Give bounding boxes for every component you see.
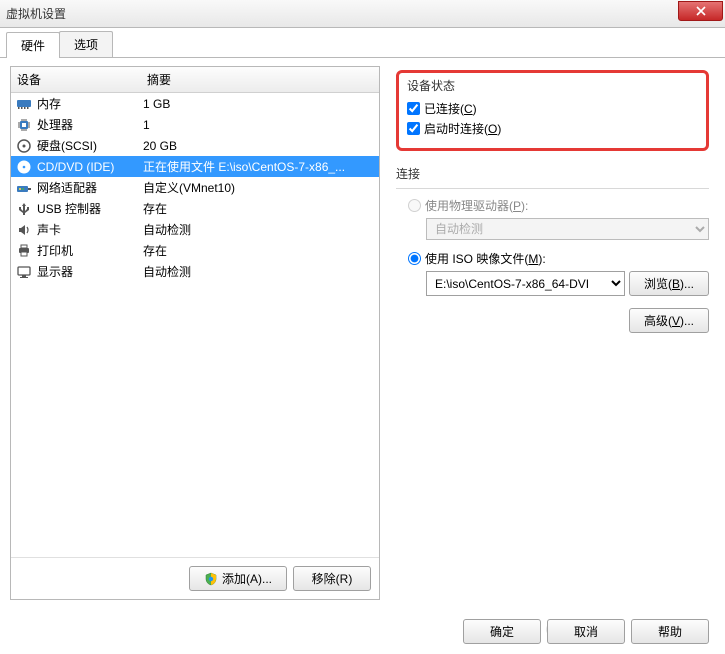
- physical-drive-radio-row[interactable]: 使用物理驱动器(P):: [408, 197, 709, 214]
- connect-power-checkbox-row[interactable]: 启动时连接(O): [407, 120, 698, 137]
- advanced-button[interactable]: 高级(V)...: [629, 308, 709, 333]
- connected-checkbox[interactable]: [407, 102, 420, 115]
- list-item[interactable]: USB 控制器 存在: [11, 198, 379, 219]
- close-button[interactable]: [678, 1, 723, 21]
- net-icon: [15, 180, 33, 196]
- list-item[interactable]: 声卡 自动检测: [11, 219, 379, 240]
- cpu-icon: [15, 117, 33, 133]
- device-name: CD/DVD (IDE): [37, 160, 114, 174]
- device-name: 处理器: [37, 116, 73, 133]
- usb-icon: [15, 201, 33, 217]
- browse-button[interactable]: 浏览(B)...: [629, 271, 709, 296]
- device-name: 硬盘(SCSI): [37, 137, 97, 154]
- list-item[interactable]: 显示器 自动检测: [11, 261, 379, 282]
- device-summary: 自定义(VMnet10): [143, 179, 375, 196]
- sound-icon: [15, 222, 33, 238]
- status-title: 设备状态: [407, 77, 698, 94]
- device-summary: 自动检测: [143, 221, 375, 238]
- display-icon: [15, 264, 33, 280]
- device-name: 内存: [37, 95, 61, 112]
- connect-power-label: 启动时连接(O): [424, 120, 501, 137]
- tab-hardware[interactable]: 硬件: [6, 32, 60, 58]
- device-name: 网络适配器: [37, 179, 97, 196]
- add-button[interactable]: 添加(A)...: [189, 566, 287, 591]
- separator: [396, 188, 709, 189]
- physical-drive-radio: [408, 199, 421, 212]
- dialog-buttons: 确定 取消 帮助: [463, 619, 709, 644]
- memory-icon: [15, 96, 33, 112]
- iso-radio-row[interactable]: 使用 ISO 映像文件(M):: [408, 250, 709, 267]
- connection-title: 连接: [396, 165, 709, 182]
- list-item[interactable]: 硬盘(SCSI) 20 GB: [11, 135, 379, 156]
- add-button-label: 添加(A)...: [222, 570, 272, 587]
- list-item[interactable]: 内存 1 GB: [11, 93, 379, 114]
- device-summary: 20 GB: [143, 139, 375, 153]
- list-item[interactable]: CD/DVD (IDE) 正在使用文件 E:\iso\CentOS-7-x86_.…: [11, 156, 379, 177]
- iso-path-combo[interactable]: E:\iso\CentOS-7-x86_64-DVI: [426, 271, 625, 296]
- iso-label: 使用 ISO 映像文件(M):: [425, 250, 546, 267]
- device-summary: 存在: [143, 200, 375, 217]
- connected-label: 已连接(C): [424, 100, 477, 117]
- device-buttons: 添加(A)... 移除(R): [11, 557, 379, 599]
- tab-options[interactable]: 选项: [59, 31, 113, 57]
- device-summary: 自动检测: [143, 263, 375, 280]
- device-summary: 1: [143, 118, 375, 132]
- content-area: 设备 摘要 内存 1 GB 处理器 1 硬盘(SCSI) 20 GB CD/DVD (IDE…: [0, 58, 725, 608]
- iso-radio[interactable]: [408, 252, 421, 265]
- device-name: 显示器: [37, 263, 73, 280]
- device-name: 打印机: [37, 242, 73, 259]
- header-device: 设备: [17, 71, 147, 88]
- cd-icon: [15, 159, 33, 175]
- device-list[interactable]: 内存 1 GB 处理器 1 硬盘(SCSI) 20 GB CD/DVD (IDE) 正在使用文…: [11, 93, 379, 557]
- list-item[interactable]: 网络适配器 自定义(VMnet10): [11, 177, 379, 198]
- shield-icon: [204, 572, 218, 586]
- device-list-header: 设备 摘要: [11, 67, 379, 93]
- disk-icon: [15, 138, 33, 154]
- cancel-button[interactable]: 取消: [547, 619, 625, 644]
- device-panel: 设备 摘要 内存 1 GB 处理器 1 硬盘(SCSI) 20 GB CD/DVD (IDE…: [10, 66, 380, 600]
- list-item[interactable]: 打印机 存在: [11, 240, 379, 261]
- device-status-group: 设备状态 已连接(C) 启动时连接(O): [396, 70, 709, 151]
- title-bar: 虚拟机设置: [0, 0, 725, 28]
- settings-panel: 设备状态 已连接(C) 启动时连接(O) 连接 使用物理驱动器(P):: [390, 66, 715, 600]
- window-title: 虚拟机设置: [6, 5, 66, 22]
- connected-checkbox-row[interactable]: 已连接(C): [407, 100, 698, 117]
- device-summary: 1 GB: [143, 97, 375, 111]
- remove-button[interactable]: 移除(R): [293, 566, 371, 591]
- device-name: 声卡: [37, 221, 61, 238]
- header-summary: 摘要: [147, 71, 171, 88]
- ok-button[interactable]: 确定: [463, 619, 541, 644]
- device-summary: 存在: [143, 242, 375, 259]
- physical-drive-select: 自动检测: [426, 218, 709, 240]
- printer-icon: [15, 243, 33, 259]
- physical-drive-label: 使用物理驱动器(P):: [425, 197, 528, 214]
- device-summary: 正在使用文件 E:\iso\CentOS-7-x86_...: [143, 158, 375, 175]
- connect-power-checkbox[interactable]: [407, 122, 420, 135]
- list-item[interactable]: 处理器 1: [11, 114, 379, 135]
- tabs: 硬件 选项: [0, 30, 725, 58]
- close-icon: [696, 6, 706, 16]
- device-name: USB 控制器: [37, 200, 101, 217]
- connection-group: 连接 使用物理驱动器(P): 自动检测 使用 ISO 映像文件(M):: [396, 165, 709, 333]
- help-button[interactable]: 帮助: [631, 619, 709, 644]
